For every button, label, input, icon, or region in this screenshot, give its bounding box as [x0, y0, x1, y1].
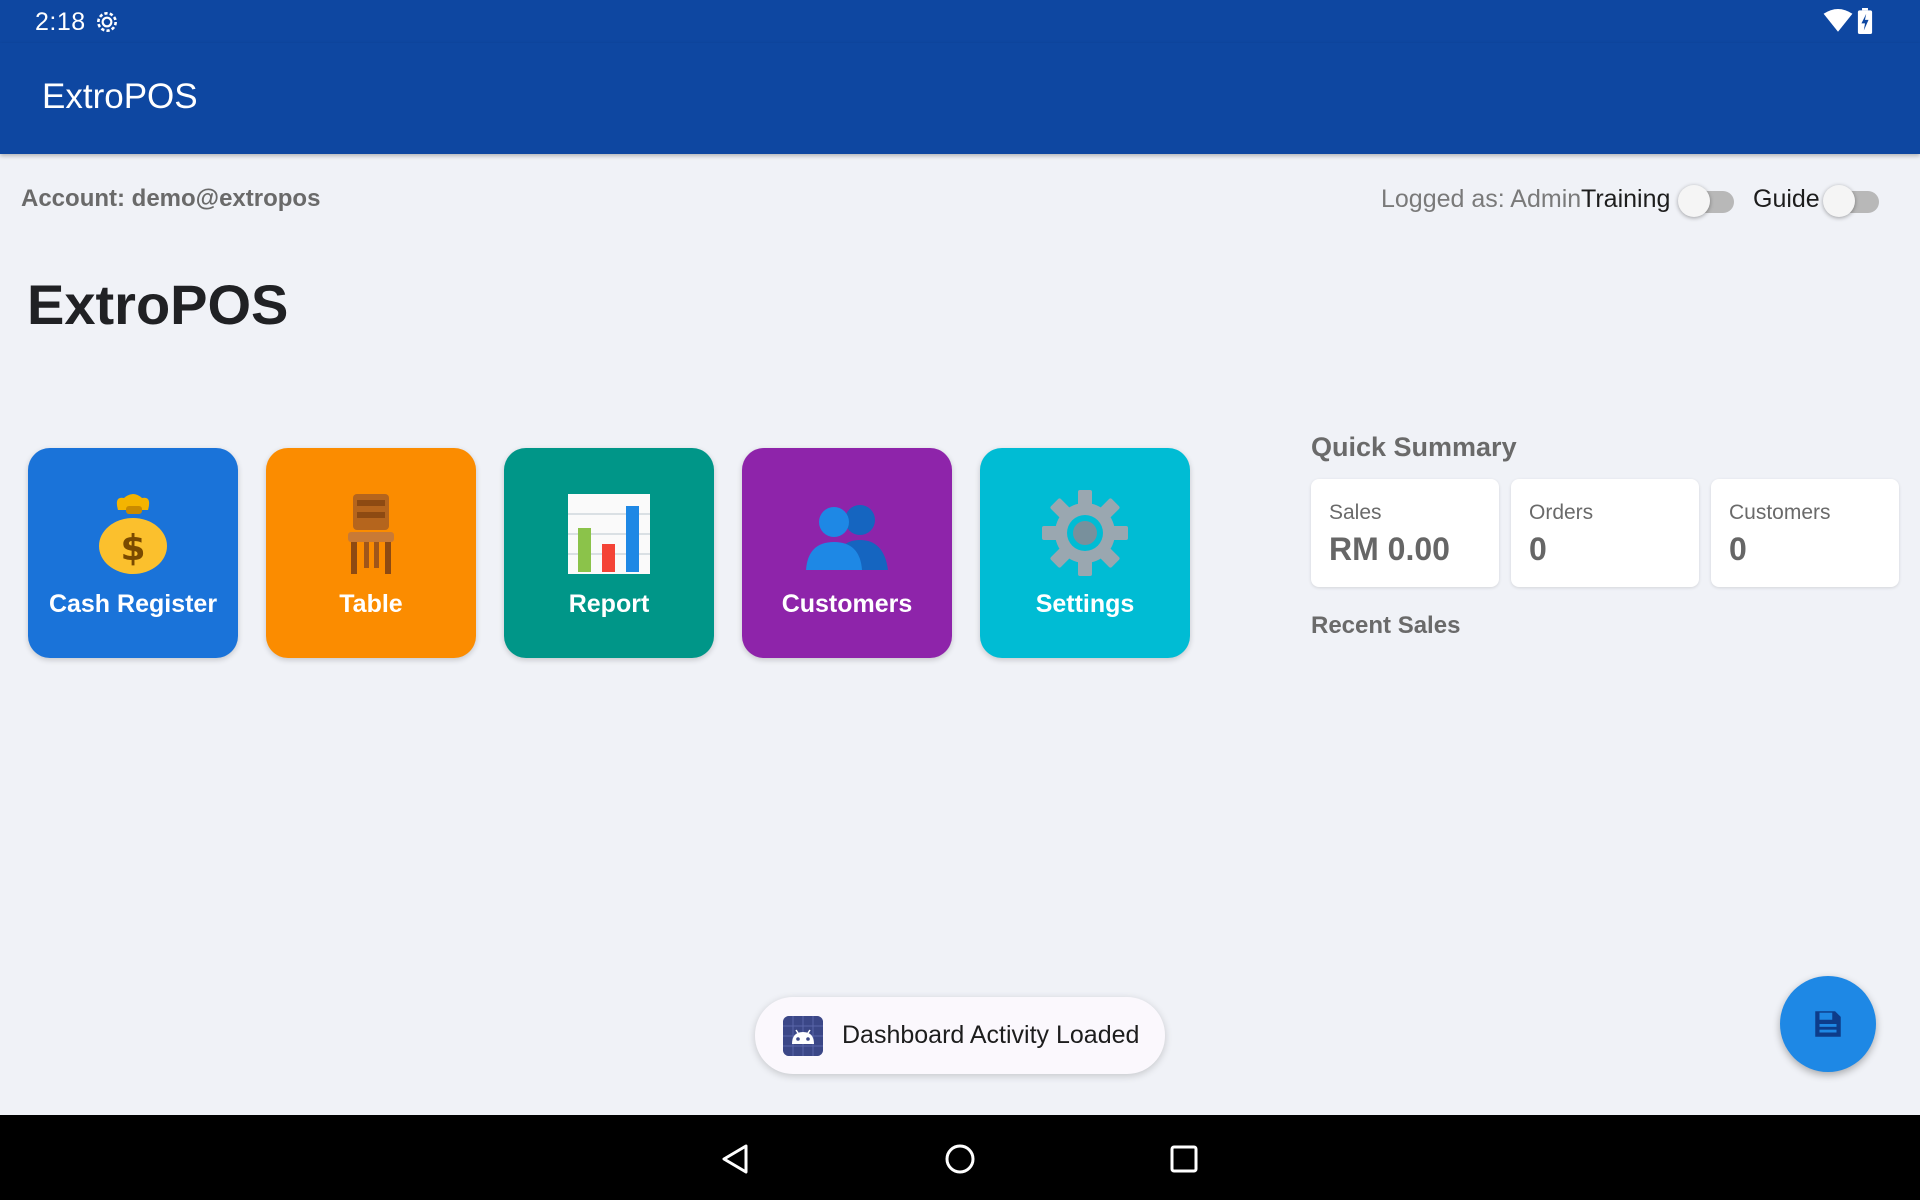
wifi-icon	[1823, 9, 1853, 32]
battery-icon	[1857, 8, 1873, 34]
customers-label: Customers	[781, 590, 913, 618]
training-toggle[interactable]	[1678, 183, 1734, 217]
guide-toggle[interactable]	[1823, 183, 1879, 217]
svg-text:$: $	[120, 528, 145, 569]
save-fab-button[interactable]	[1780, 976, 1876, 1072]
customers-tile[interactable]: Customers	[742, 448, 952, 658]
guide-toggle-label: Guide	[1753, 185, 1820, 213]
toast-text: Dashboard Activity Loaded	[842, 1021, 1140, 1049]
table-label: Table	[339, 590, 403, 618]
system-navigation-bar	[0, 1115, 1920, 1200]
settings-label: Settings	[1035, 590, 1135, 618]
account-label: Account: demo@extropos	[21, 185, 321, 212]
report-label: Report	[568, 590, 650, 618]
money-bag-icon: $	[99, 494, 167, 574]
summary-card-value: 0	[1729, 531, 1747, 567]
guide-toggle-thumb	[1823, 185, 1855, 217]
home-icon[interactable]	[942, 1141, 978, 1177]
summary-card-value: RM 0.00	[1329, 531, 1450, 567]
app-bar: ExtroPOS	[0, 43, 1920, 154]
settings-notification-icon	[97, 12, 117, 32]
bar-chart-icon	[568, 494, 650, 574]
summary-card-label: Orders	[1529, 501, 1594, 524]
cash-register-label: Cash Register	[48, 590, 218, 618]
summary-card-label: Sales	[1329, 501, 1382, 524]
training-toggle-label: Training	[1581, 185, 1671, 213]
logged-as-label: Logged as: Admin	[1381, 185, 1582, 213]
training-toggle-thumb	[1678, 185, 1710, 217]
recents-icon[interactable]	[1166, 1141, 1202, 1177]
chair-icon	[348, 494, 394, 574]
toast-message: Dashboard Activity Loaded	[755, 997, 1165, 1074]
summary-card-sales: Sales RM 0.00	[1311, 479, 1499, 587]
summary-card-value: 0	[1529, 531, 1547, 567]
summary-card-orders: Orders 0	[1511, 479, 1699, 587]
recent-sales-title: Recent Sales	[1311, 612, 1461, 639]
people-icon	[806, 505, 888, 570]
table-tile[interactable]: Table	[266, 448, 476, 658]
status-bar: 2:18	[0, 0, 1920, 43]
gear-icon	[1042, 490, 1128, 576]
page-title: ExtroPOS	[27, 273, 289, 336]
settings-tile[interactable]: Settings	[980, 448, 1190, 658]
summary-card-customers: Customers 0	[1711, 479, 1899, 587]
android-icon	[783, 1016, 823, 1056]
back-icon[interactable]	[718, 1141, 754, 1177]
summary-card-label: Customers	[1729, 501, 1831, 524]
report-tile[interactable]: Report	[504, 448, 714, 658]
cash-register-tile[interactable]: $ Cash Register	[28, 448, 238, 658]
quick-summary-title: Quick Summary	[1311, 432, 1517, 462]
status-time: 2:18	[35, 8, 86, 36]
save-icon	[1815, 1011, 1841, 1037]
app-bar-title: ExtroPOS	[42, 77, 198, 116]
